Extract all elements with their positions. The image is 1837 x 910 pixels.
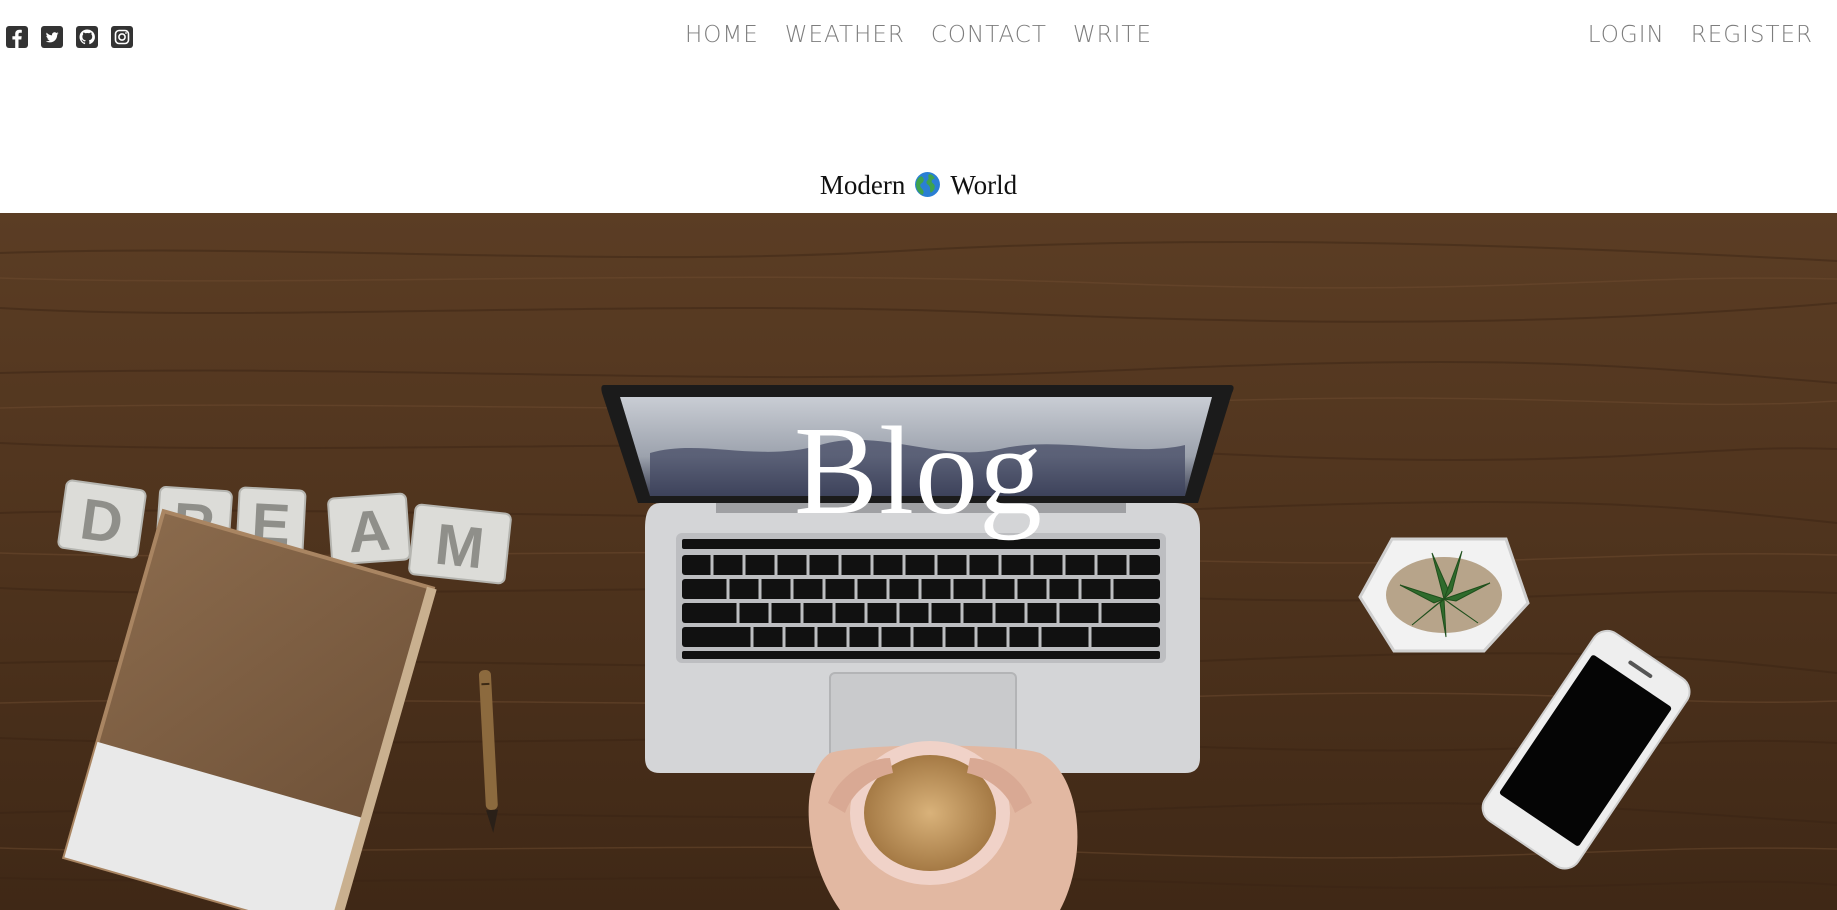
blog-title: Blog <box>793 402 1044 541</box>
hero-banner: D R E A M <box>0 213 1837 910</box>
hero-image: D R E A M <box>0 213 1837 910</box>
social-links <box>6 26 133 48</box>
nav-login-link[interactable]: LOGIN <box>1588 22 1665 48</box>
nav-home-link[interactable]: HOME <box>685 22 759 48</box>
auth-nav: LOGIN REGISTER <box>1588 22 1813 48</box>
globe-icon <box>915 172 941 197</box>
nav-weather-link[interactable]: WEATHER <box>785 22 905 48</box>
nav-register-link[interactable]: REGISTER <box>1691 22 1813 48</box>
blog-subtitle: Modern World <box>0 170 1837 201</box>
nav-contact-link[interactable]: CONTACT <box>931 22 1047 48</box>
facebook-icon[interactable] <box>6 26 28 48</box>
subtitle-modern: Modern <box>819 170 906 200</box>
coffee-cup <box>808 741 1078 910</box>
top-bar: HOME WEATHER CONTACT WRITE LOGIN REGISTE… <box>0 0 1837 74</box>
github-icon[interactable] <box>76 26 98 48</box>
twitter-icon[interactable] <box>41 26 63 48</box>
subtitle-world: World <box>950 170 1018 200</box>
main-nav: HOME WEATHER CONTACT WRITE <box>0 22 1837 48</box>
instagram-icon[interactable] <box>111 26 133 48</box>
nav-write-link[interactable]: WRITE <box>1073 22 1152 48</box>
